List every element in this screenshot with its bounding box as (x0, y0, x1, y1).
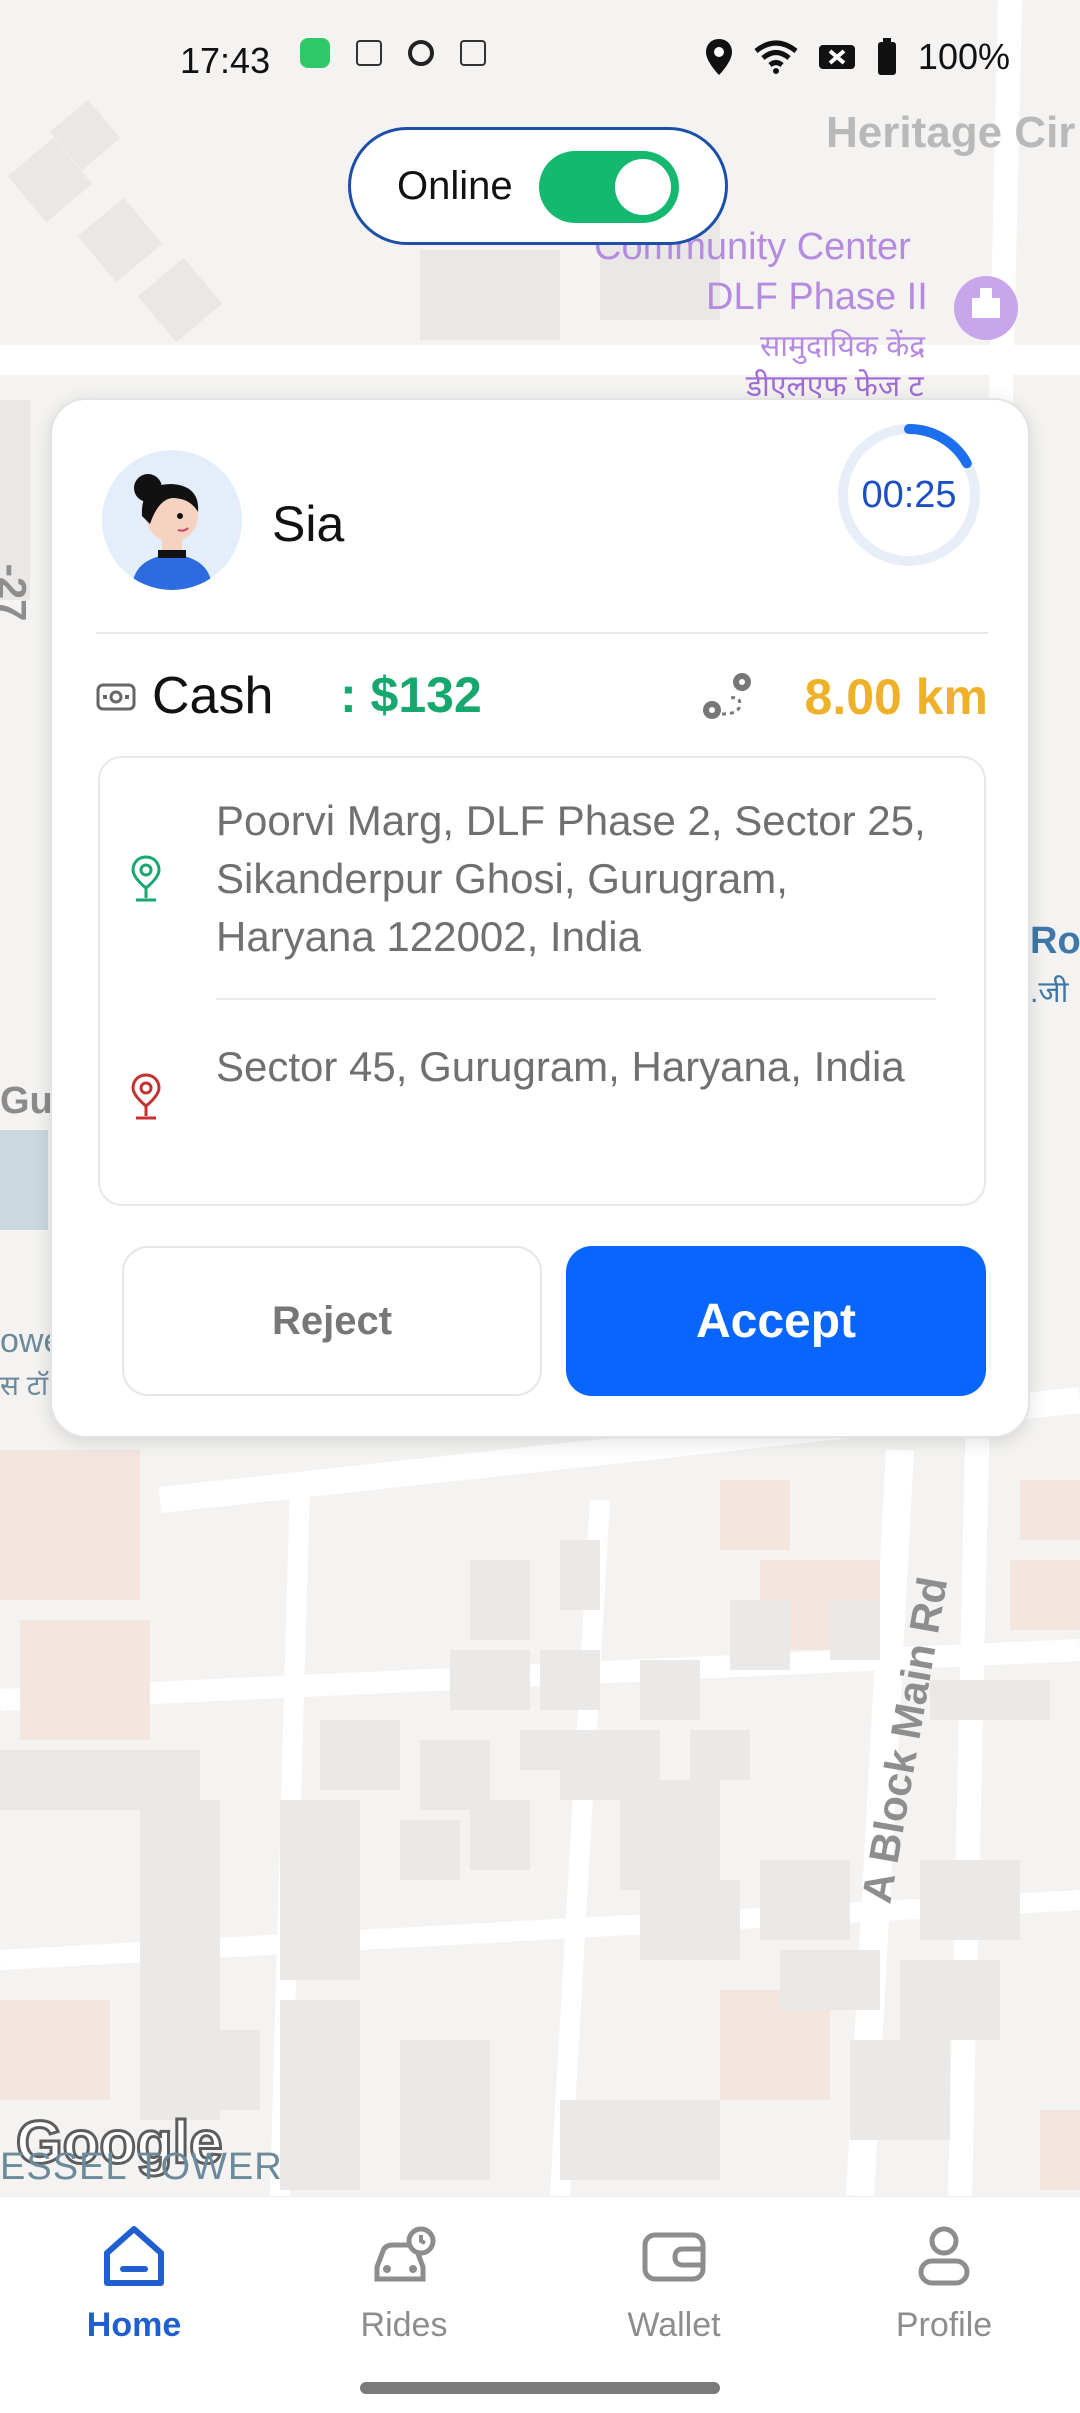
map-label-road-right-hindi: .जी (1030, 976, 1069, 1009)
route-distance-icon (703, 673, 751, 719)
switch-knob (615, 159, 671, 215)
card-divider (96, 632, 988, 634)
rider-avatar-illustration (102, 450, 242, 590)
online-switch[interactable] (539, 151, 679, 223)
trip-distance: 8.00 km (804, 669, 988, 725)
map-label-hindi-1: सामुदायिक केंद्र (760, 330, 926, 363)
nav-profile[interactable]: Profile (844, 2223, 1044, 2345)
nav-wallet[interactable]: Wallet (574, 2223, 774, 2345)
system-status: 100% (704, 36, 1010, 78)
nav-home-label: Home (86, 2306, 182, 2344)
pickup-pin-icon (131, 855, 161, 902)
status-bar: 17:43 100% (0, 0, 1080, 120)
home-icon (104, 2226, 164, 2286)
online-toggle[interactable]: Online (348, 127, 728, 245)
notification-icons (300, 38, 486, 68)
battery-percent: 100% (917, 36, 1010, 77)
pickup-address: Poorvi Marg, DLF Phase 2, Sector 25, Sik… (216, 797, 926, 960)
drop-address: Sector 45, Gurugram, Haryana, India (216, 1043, 905, 1090)
map-label-left-hindi: स टॉ (0, 1370, 49, 1401)
payment-method: Cash (152, 667, 274, 725)
map-label-side-27: -27 (0, 563, 34, 622)
battery-icon (877, 38, 896, 75)
nav-rides[interactable]: Rides (304, 2223, 504, 2345)
timer-text: 00:25 (861, 473, 957, 516)
wallet-icon (642, 2232, 706, 2282)
location-target-icon (408, 40, 434, 66)
fare-row: Cash : $132 8.00 km (96, 662, 988, 732)
online-label: Online (397, 163, 513, 208)
rider-avatar (102, 450, 242, 590)
map-label-left-gu: Gu (0, 1080, 53, 1122)
ride-request-card: Sia 00:25 Cash : $132 8.00 km Poorvi Mar… (50, 398, 1030, 1438)
reject-button[interactable]: Reject (122, 1246, 542, 1396)
address-divider (216, 998, 936, 1000)
drop-pin-icon (131, 1073, 161, 1120)
no-signal-icon (818, 45, 855, 69)
map-label-road-right: Ro (1030, 920, 1080, 962)
wifi-icon (754, 40, 798, 74)
nav-wallet-label: Wallet (627, 2306, 721, 2344)
bottom-navigation: Home Rides Wallet Profile (0, 2196, 1080, 2413)
nav-rides-label: Rides (360, 2306, 448, 2344)
countdown-timer: 00:25 (834, 420, 984, 570)
app-notification-icon (356, 40, 382, 66)
accept-button[interactable]: Accept (566, 1246, 986, 1396)
battery-saver-icon (300, 38, 330, 68)
address-box: Poorvi Marg, DLF Phase 2, Sector 25, Sik… (98, 756, 986, 1206)
app-notification-icon-2 (460, 40, 486, 66)
nav-home[interactable]: Home (34, 2223, 234, 2345)
gesture-home-indicator[interactable] (360, 2382, 720, 2394)
location-icon (705, 39, 732, 75)
rider-name: Sia (272, 496, 345, 552)
status-time: 17:43 (180, 40, 271, 81)
map-label-dlf-phase: DLF Phase II (706, 276, 928, 318)
map-label-tower: ESSEL TOWER (0, 2146, 283, 2188)
rides-icon (374, 2226, 436, 2282)
cash-icon (96, 683, 136, 711)
nav-profile-label: Profile (895, 2306, 993, 2344)
fare-amount: : $132 (340, 667, 482, 723)
profile-icon (918, 2226, 970, 2286)
